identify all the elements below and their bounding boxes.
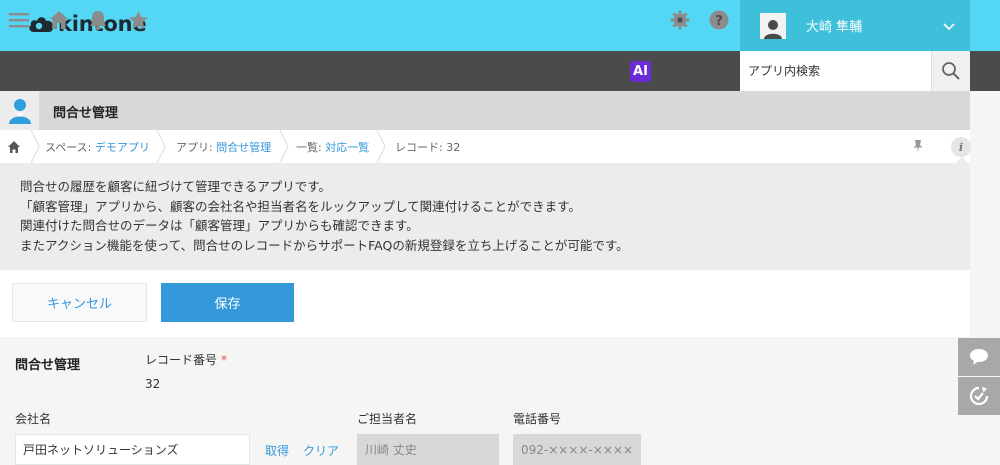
breadcrumb-separator bbox=[279, 130, 289, 163]
phone-field bbox=[513, 434, 641, 465]
person-app-icon bbox=[8, 98, 31, 124]
clear-button[interactable]: クリア bbox=[303, 442, 339, 459]
user-menu[interactable]: 大崎 隼輔 bbox=[740, 0, 970, 51]
company-input[interactable] bbox=[15, 434, 250, 465]
comment-icon bbox=[970, 349, 988, 365]
breadcrumb-separator bbox=[30, 130, 40, 163]
search-icon bbox=[942, 62, 960, 80]
app-title: 問合せ管理 bbox=[53, 106, 119, 121]
app-search-input[interactable] bbox=[740, 51, 931, 91]
breadcrumb-space[interactable]: スペース: デモアプリ bbox=[45, 139, 150, 155]
description-line: 関連付けた問合せのデータは「顧客管理」アプリからも確認できます。 bbox=[20, 218, 419, 233]
ai-assistant-icon[interactable]: AI bbox=[630, 61, 651, 82]
description-line: 問合せの履歴を顧客に紐づけて管理できるアプリです。 bbox=[20, 179, 332, 194]
breadcrumb-separator bbox=[376, 130, 386, 163]
search-button[interactable] bbox=[931, 51, 970, 91]
save-button[interactable]: 保存 bbox=[161, 283, 294, 322]
fetch-button[interactable]: 取得 bbox=[265, 442, 289, 459]
home-icon[interactable] bbox=[48, 9, 70, 31]
form-section-title: 問合せ管理 bbox=[15, 358, 81, 373]
record-number-value: 32 bbox=[145, 377, 161, 391]
bell-icon[interactable] bbox=[87, 9, 109, 31]
cancel-button[interactable]: キャンセル bbox=[12, 283, 147, 322]
description-line: またアクション機能を使って、問合せのレコードからサポートFAQの新規登録を立ち上… bbox=[20, 237, 629, 253]
breadcrumb-app[interactable]: アプリ: 問合せ管理 bbox=[176, 139, 271, 155]
phone-label: 電話番号 bbox=[513, 412, 562, 426]
description-pointer bbox=[955, 157, 969, 164]
gear-icon[interactable] bbox=[669, 9, 691, 31]
record-number-label: レコード番号 * bbox=[145, 353, 228, 367]
company-label: 会社名 bbox=[15, 412, 52, 426]
avatar bbox=[760, 12, 786, 39]
star-icon[interactable] bbox=[127, 9, 149, 31]
breadcrumb-separator bbox=[156, 130, 166, 163]
menu-icon[interactable] bbox=[8, 9, 30, 31]
contact-label: ご担当者名 bbox=[357, 412, 418, 426]
chevron-down-icon bbox=[943, 22, 955, 30]
breadcrumb-view[interactable]: 一覧: 対応一覧 bbox=[296, 139, 369, 155]
home-breadcrumb-icon[interactable] bbox=[6, 139, 22, 155]
user-icon bbox=[764, 19, 782, 39]
required-mark: * bbox=[221, 353, 228, 367]
app-header bbox=[0, 91, 970, 130]
app-description: 問合せの履歴を顧客に紐づけて管理できるアプリです。 「顧客管理」アプリから、顧客… bbox=[0, 163, 970, 270]
app-icon bbox=[0, 91, 39, 130]
help-icon[interactable]: ? bbox=[708, 9, 730, 31]
info-icon[interactable]: i bbox=[951, 137, 971, 157]
description-line: 「顧客管理」アプリから、顧客の会社名や担当者名をルックアップして関連付けることが… bbox=[20, 198, 581, 214]
history-icon bbox=[969, 386, 989, 406]
comment-button[interactable] bbox=[958, 338, 1000, 376]
user-name: 大崎 隼輔 bbox=[806, 20, 863, 35]
history-button[interactable] bbox=[958, 377, 1000, 415]
pin-icon[interactable] bbox=[911, 139, 925, 153]
contact-field bbox=[357, 434, 499, 465]
breadcrumb-record: レコード: 32 bbox=[395, 141, 461, 154]
svg-text:?: ? bbox=[715, 14, 723, 29]
